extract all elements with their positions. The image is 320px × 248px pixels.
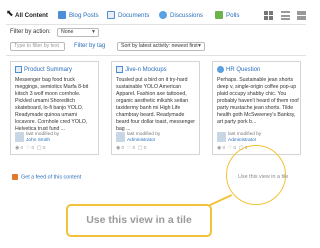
- tile-view-icon[interactable]: [297, 11, 306, 20]
- callout-box: Use this view in a tile: [66, 204, 212, 237]
- filter-action-value: None: [61, 29, 74, 35]
- grid-view-icon[interactable]: [264, 11, 274, 20]
- card-title[interactable]: HR Question: [217, 66, 260, 73]
- content-browser: ⬉ All Content Blog Posts Documents Discu…: [0, 0, 312, 248]
- rss-icon: [12, 174, 18, 180]
- views-count: 0: [20, 146, 24, 151]
- filter-action-select[interactable]: None ▼: [57, 28, 99, 37]
- modified-label: last modified by: [26, 132, 60, 137]
- filter-by-tag-link[interactable]: Filter by tag: [74, 43, 105, 49]
- avatar: [116, 132, 125, 142]
- callout-connector: [207, 194, 232, 207]
- card-excerpt: Messenger bag food truck meggings, semio…: [15, 77, 89, 132]
- tab-discussions[interactable]: Discussions: [159, 9, 203, 23]
- card-author: last modified by Administrator: [217, 132, 261, 144]
- author-link[interactable]: Administrator: [127, 138, 155, 143]
- card-title-text: Jive-n Mockups: [125, 67, 167, 74]
- modified-label: last modified by: [228, 132, 262, 137]
- card-stats: ◉ 0 ♡ 0 ▢ 0: [15, 146, 45, 151]
- tab-all-content[interactable]: All Content: [15, 9, 48, 23]
- sort-value: Sort by latest activity: newest first: [121, 43, 198, 49]
- like-icon: ♡: [126, 146, 132, 151]
- comments-count: 0: [42, 146, 46, 151]
- filters-divider: [6, 55, 306, 56]
- feed-link-text: Get a feed of this content: [21, 174, 82, 181]
- document-icon: [15, 66, 22, 73]
- content-card[interactable]: Jive-n Mockups Tousled put a bird on it …: [111, 61, 200, 155]
- discussion-icon: [159, 11, 167, 20]
- sort-select[interactable]: Sort by latest activity: newest first ▼: [117, 42, 205, 51]
- eye-icon: ◉: [15, 146, 20, 151]
- card-title-text: HR Question: [226, 67, 261, 74]
- like-icon: ♡: [227, 146, 233, 151]
- card-title-text: Product Summary: [24, 67, 73, 74]
- likes-count: 0: [132, 146, 136, 151]
- blog-icon: [58, 11, 66, 20]
- modified-label: last modified by: [127, 132, 161, 137]
- tab-label: Documents: [118, 12, 150, 19]
- poll-icon: [215, 11, 223, 20]
- document-icon: [107, 11, 115, 20]
- tab-label: Blog Posts: [69, 12, 99, 19]
- card-title[interactable]: Product Summary: [15, 66, 72, 73]
- views-count: 0: [222, 146, 226, 151]
- view-toggle: [261, 11, 306, 20]
- avatar: [217, 132, 226, 142]
- tab-polls[interactable]: Polls: [215, 9, 239, 23]
- card-excerpt: Tousled put a bird on it try-hard sustai…: [116, 77, 196, 132]
- filter-text-input[interactable]: Type to filter by text: [10, 42, 65, 51]
- tabs-divider: [6, 24, 306, 25]
- filter-action-label: Filter by action:: [10, 29, 51, 35]
- use-view-in-tile-link[interactable]: Use this view in a tile: [238, 174, 288, 180]
- feed-link[interactable]: Get a feed of this content: [12, 174, 81, 180]
- eye-icon: ◉: [217, 146, 222, 151]
- card-stats: ◉ 0 ♡ 0 ▢ 0: [116, 146, 146, 151]
- tab-label: Polls: [226, 12, 240, 19]
- callout-text: Use this view in a tile: [86, 214, 192, 226]
- avatar: [15, 132, 24, 142]
- comment-icon: ▢: [36, 146, 42, 151]
- author-link[interactable]: John Smith: [26, 138, 50, 143]
- comments-count: 0: [143, 146, 147, 151]
- tab-label: Discussions: [170, 12, 204, 19]
- tab-documents[interactable]: Documents: [107, 9, 149, 23]
- tab-blog-posts[interactable]: Blog Posts: [58, 9, 99, 23]
- corner-arrow-icon: ⬉: [6, 8, 14, 18]
- chevron-down-icon: ▼: [197, 43, 202, 49]
- likes-count: 0: [233, 146, 237, 151]
- author-link[interactable]: Administrator: [228, 138, 256, 143]
- eye-icon: ◉: [116, 146, 121, 151]
- likes-count: 0: [31, 146, 35, 151]
- comment-icon: ▢: [137, 146, 143, 151]
- card-title[interactable]: Jive-n Mockups: [116, 66, 167, 73]
- discussion-icon: [217, 66, 224, 73]
- content-card[interactable]: Product Summary Messenger bag food truck…: [10, 61, 99, 155]
- card-author: last modified by John Smith: [15, 132, 59, 144]
- document-icon: [116, 66, 123, 73]
- views-count: 0: [121, 146, 125, 151]
- content-card[interactable]: HR Question Perhaps. Sustainable jean sh…: [212, 61, 301, 155]
- like-icon: ♡: [25, 146, 31, 151]
- tab-label: All Content: [15, 12, 48, 19]
- chevron-down-icon: ▼: [91, 29, 96, 35]
- card-author: last modified by Administrator: [116, 132, 160, 144]
- list-view-icon[interactable]: [280, 11, 290, 20]
- card-excerpt: Perhaps. Sustainable jean shorts deep v,…: [217, 77, 299, 125]
- filter-text-placeholder: Type to filter by text: [14, 43, 59, 49]
